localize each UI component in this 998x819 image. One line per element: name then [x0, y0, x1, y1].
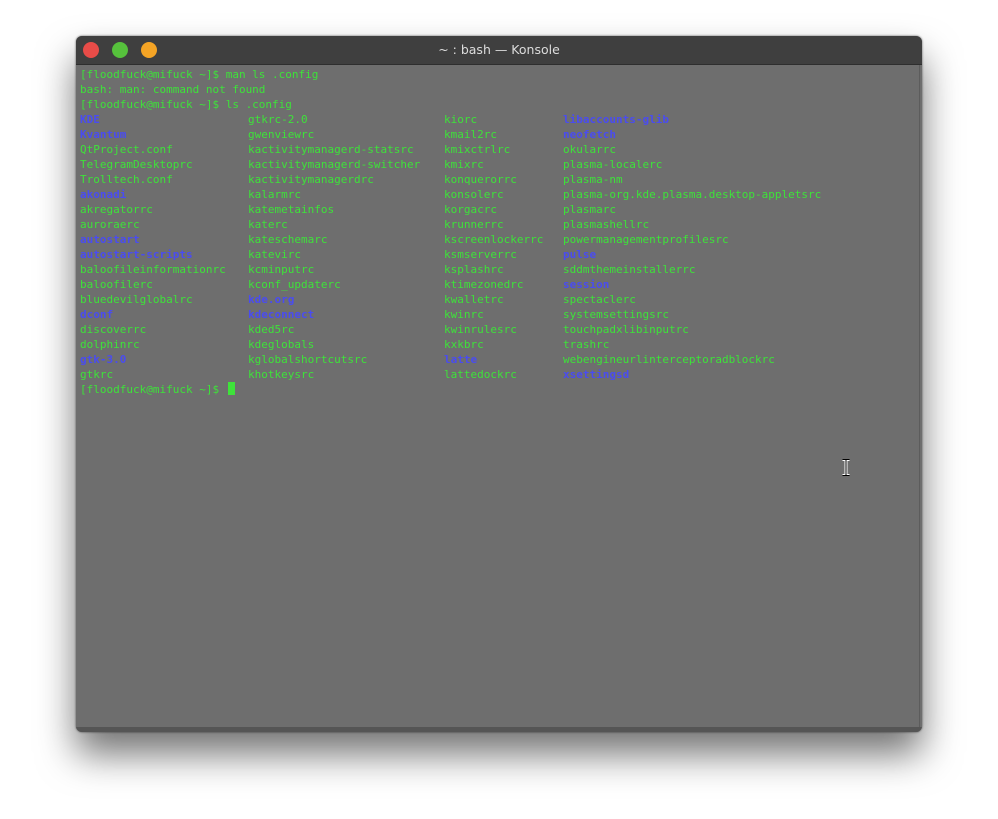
- ls-file-entry: ksmserverrc: [444, 248, 517, 261]
- ls-file-entry: katevirc: [248, 248, 301, 261]
- ls-file-entry: gtkrc-2.0: [248, 113, 308, 126]
- ls-directory-entry: xsettingsd: [563, 368, 630, 381]
- ls-file-entry: powermanagementprofilesrc: [563, 233, 729, 246]
- ls-file-entry: plasmashellrc: [563, 218, 650, 231]
- ls-file-entry: kscreenlockerrc: [444, 233, 544, 246]
- ls-directory-entry: pulse: [563, 248, 597, 261]
- text-cursor: [227, 382, 235, 395]
- ls-file-entry: touchpadxlibinputrc: [563, 323, 689, 336]
- ls-directory-entry: kdeconnect: [248, 308, 315, 321]
- ls-file-entry: trashrc: [563, 338, 610, 351]
- ls-directory-entry: neofetch: [563, 128, 616, 141]
- ls-file-entry: kmixrc: [444, 158, 484, 171]
- ls-directory-entry: autostart-scripts: [80, 248, 193, 261]
- prompt-text: [floodfuck@mifuck ~]$: [80, 383, 226, 396]
- ls-file-entry: ksplashrc: [444, 263, 504, 276]
- ls-file-entry: konsolerc: [444, 188, 504, 201]
- ls-file-entry: TelegramDesktoprc: [80, 158, 193, 171]
- ibeam-cursor-icon: [842, 459, 850, 476]
- ls-file-entry: akregatorrc: [80, 203, 153, 216]
- ls-directory-entry: latte: [444, 353, 478, 366]
- ls-file-entry: bluedevilglobalrc: [80, 293, 193, 306]
- ls-directory-entry: gtk-3.0: [80, 353, 127, 366]
- terminal-line: [floodfuck@mifuck ~]$ ls .config: [80, 98, 292, 111]
- ls-file-entry: gwenviewrc: [248, 128, 315, 141]
- ls-file-entry: katerc: [248, 218, 288, 231]
- ls-file-entry: gtkrc: [80, 368, 114, 381]
- ls-file-entry: discoverrc: [80, 323, 147, 336]
- ls-directory-entry: KDE: [80, 113, 100, 126]
- ls-file-entry: baloofileinformationrc: [80, 263, 226, 276]
- ls-file-entry: krunnerrc: [444, 218, 504, 231]
- ls-file-entry: kwalletrc: [444, 293, 504, 306]
- title-bar[interactable]: ~ : bash — Konsole: [76, 36, 922, 65]
- ls-directory-entry: Kvantum: [80, 128, 127, 141]
- window-bottom-border: [76, 727, 922, 732]
- ls-file-entry: kconf_updaterc: [248, 278, 341, 291]
- ls-file-entry: khotkeysrc: [248, 368, 315, 381]
- ls-file-entry: ktimezonedrc: [444, 278, 524, 291]
- ls-file-entry: kwinrulesrc: [444, 323, 517, 336]
- ls-file-entry: kactivitymanagerdrc: [248, 173, 374, 186]
- ls-file-entry: spectaclerc: [563, 293, 636, 306]
- ls-file-entry: Trolltech.conf: [80, 173, 173, 186]
- ls-file-entry: kglobalshortcutsrc: [248, 353, 368, 366]
- ls-file-entry: plasma-localerc: [563, 158, 663, 171]
- terminal-output[interactable]: [floodfuck@mifuck ~]$ man ls .config bas…: [79, 65, 920, 728]
- ls-file-entry: kcminputrc: [248, 263, 315, 276]
- ls-file-entry: plasma-nm: [563, 173, 623, 186]
- terminal-line: bash: man: command not found: [80, 83, 266, 96]
- ls-file-entry: konquerorrc: [444, 173, 517, 186]
- ls-file-entry: kiorc: [444, 113, 478, 126]
- ls-directory-entry: libaccounts-glib: [563, 113, 669, 126]
- ls-file-entry: lattedockrc: [444, 368, 517, 381]
- ls-file-entry: kateschemarc: [248, 233, 328, 246]
- ls-directory-entry: session: [563, 278, 610, 291]
- terminal-line: [floodfuck@mifuck ~]$ man ls .config: [80, 68, 319, 81]
- ls-directory-entry: akonadi: [80, 188, 127, 201]
- ls-file-entry: sddmthemeinstallerrc: [563, 263, 696, 276]
- konsole-window: ~ : bash — Konsole [floodfuck@mifuck ~]$…: [76, 36, 922, 732]
- prompt-line[interactable]: [floodfuck@mifuck ~]$: [80, 382, 235, 397]
- ls-file-entry: webengineurlinterceptoradblockrc: [563, 353, 775, 366]
- ls-file-entry: kactivitymanagerd-statsrc: [248, 143, 414, 156]
- ls-file-entry: dolphinrc: [80, 338, 140, 351]
- ls-file-entry: kalarmrc: [248, 188, 301, 201]
- ls-directory-entry: autostart: [80, 233, 140, 246]
- ls-file-entry: kwinrc: [444, 308, 484, 321]
- ls-file-entry: kxkbrc: [444, 338, 484, 351]
- ls-file-entry: kdeglobals: [248, 338, 315, 351]
- ls-file-entry: baloofilerc: [80, 278, 153, 291]
- ls-directory-entry: kde.org: [248, 293, 295, 306]
- ls-file-entry: QtProject.conf: [80, 143, 173, 156]
- ls-file-entry: kded5rc: [248, 323, 295, 336]
- ls-file-entry: okularrc: [563, 143, 616, 156]
- window-title: ~ : bash — Konsole: [438, 42, 560, 57]
- ls-file-entry: plasmarc: [563, 203, 616, 216]
- ls-file-entry: katemetainfos: [248, 203, 335, 216]
- ls-file-entry: kmixctrlrc: [444, 143, 511, 156]
- ls-file-entry: auroraerc: [80, 218, 140, 231]
- ls-file-entry: plasma-org.kde.plasma.desktop-appletsrc: [563, 188, 822, 201]
- ls-file-entry: korgacrc: [444, 203, 497, 216]
- ls-file-entry: kmail2rc: [444, 128, 497, 141]
- ls-file-entry: systemsettingsrc: [563, 308, 669, 321]
- ls-directory-entry: dconf: [80, 308, 114, 321]
- ls-file-entry: kactivitymanagerd-switcher: [248, 158, 421, 171]
